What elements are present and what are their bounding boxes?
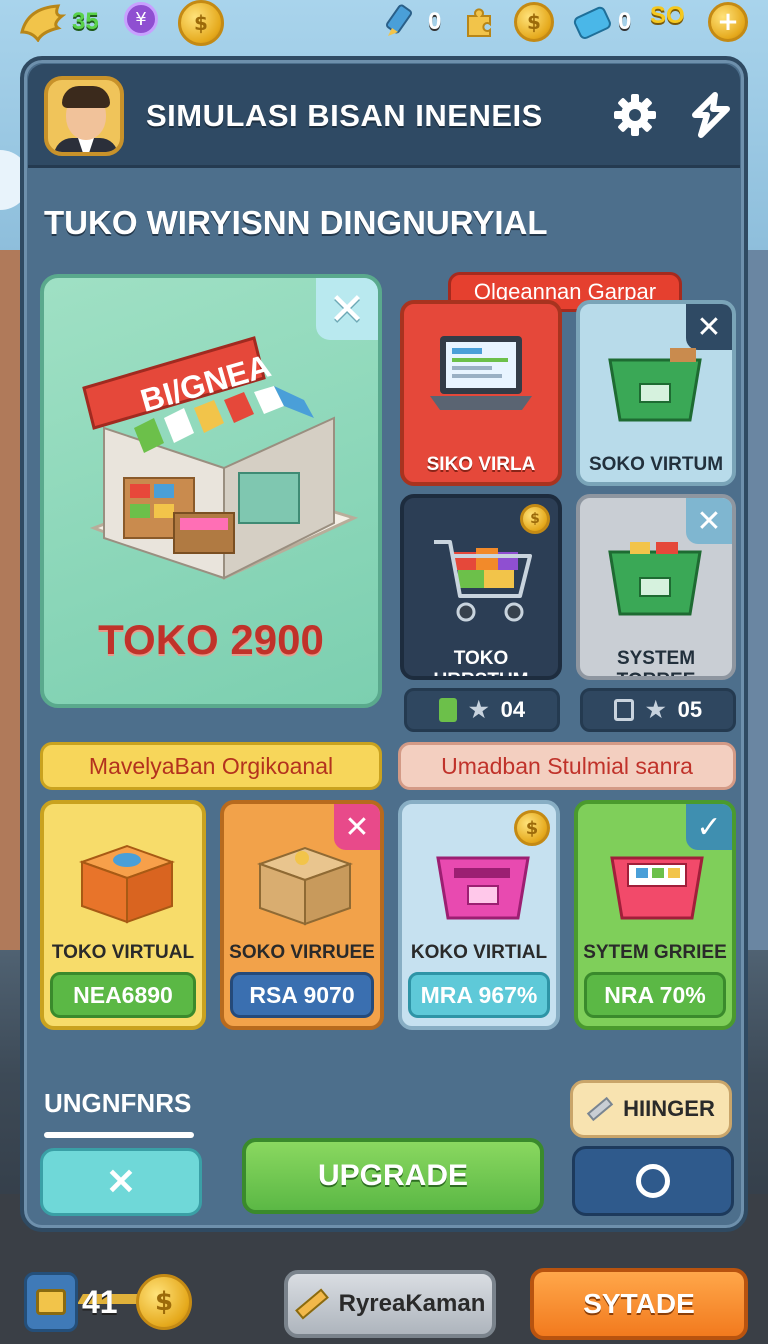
box-icon <box>613 699 634 721</box>
stat-badge-2: ★ 05 <box>580 688 736 732</box>
clipboard-icon <box>438 698 457 722</box>
product-price[interactable]: NEA6890 <box>50 972 196 1018</box>
plus-icon: + <box>717 7 739 37</box>
page-title: SIMULASI BISAN INENEIS <box>146 98 543 133</box>
product-label: KOKO VIRTIAL <box>410 942 548 963</box>
featured-store-price: TOKO 2900 <box>98 616 324 663</box>
inventory-count: 41 <box>82 1284 118 1320</box>
store-card-3[interactable]: $ TOKO URRSTUM <box>400 494 562 680</box>
wing-icon <box>20 4 66 42</box>
chest-icon <box>36 1289 66 1315</box>
middle-action-button[interactable]: RyreaKaman <box>284 1270 496 1338</box>
close-icon: ✕ <box>105 1161 137 1202</box>
store-card-2[interactable]: ✕ SOKO VIRTUM <box>576 300 736 486</box>
avatar-hair <box>62 86 110 108</box>
red-basket-icon <box>610 856 704 920</box>
share-button[interactable] <box>684 88 738 142</box>
shopping-cart-icon <box>434 540 532 622</box>
product-price[interactable]: MRA 967% <box>408 972 550 1018</box>
product-card-4[interactable]: ✓ SYTEM GRRIEE NRA 70% <box>574 800 736 1030</box>
gear-icon <box>614 94 656 136</box>
bottom-section-label: UNGNFNRS <box>44 1088 192 1118</box>
store-illustration: BI/GNEA <box>82 336 359 580</box>
stat-badge-1: ★ 04 <box>404 688 560 732</box>
green-bin-icon <box>608 348 702 422</box>
money-counter: SO <box>650 2 685 30</box>
category-pill-left[interactable]: MavelyaBan Orgikoanal <box>40 742 382 790</box>
store-card-label: TOKO URRSTUM <box>434 648 529 676</box>
featured-store-card[interactable]: ✕ BI/GNEA TOKO 2900 <box>40 274 382 708</box>
product-label: SYTEM GRRIEE <box>583 942 727 963</box>
share-icon <box>692 92 730 138</box>
coin-icon: $ <box>136 1274 192 1330</box>
puzzle-icon <box>462 6 496 44</box>
product-label: SOKO VIRRUEE <box>229 942 375 963</box>
money-value: SO <box>650 2 685 29</box>
green-bin-icon <box>608 542 702 616</box>
ticket-value: 0 <box>618 8 632 35</box>
store-card-label: SIKO VIRLA <box>426 454 536 475</box>
category-pill-right[interactable]: Umadban Stulmial sanra <box>398 742 736 790</box>
ticket-icon <box>573 6 611 39</box>
gem-button[interactable]: ¥ <box>124 2 158 36</box>
player-avatar[interactable] <box>44 76 124 156</box>
product-card-1[interactable]: TOKO VIRTUAL NEA6890 <box>40 800 206 1030</box>
stat-value: 04 <box>500 697 526 722</box>
middle-action-label: RyreaKaman <box>338 1290 486 1317</box>
start-trade-button[interactable]: SYTADE <box>530 1268 748 1340</box>
panel-header: SIMULASI BISAN INENEIS <box>28 64 740 168</box>
stat-value: 05 <box>677 697 703 722</box>
product-label: TOKO VIRTUAL <box>51 942 195 963</box>
product-price[interactable]: RSA 9070 <box>230 972 374 1018</box>
settings-button[interactable] <box>608 88 662 142</box>
pencil-icon <box>294 1288 329 1320</box>
confirm-button[interactable] <box>572 1146 734 1216</box>
gem-icon: ¥ <box>135 8 147 30</box>
main-panel: SIMULASI BISAN INENEIS TUKO WIRYISNN DIN… <box>20 56 748 1232</box>
tool-value: 0 <box>428 8 442 35</box>
coin-icon: $ <box>514 2 554 42</box>
star-icon: ★ <box>645 697 666 722</box>
hinger-button[interactable]: HIINGER <box>570 1080 732 1138</box>
cardboard-box-icon <box>257 846 353 926</box>
energy-value: 35 <box>72 8 99 35</box>
store-card-label: SOKO VIRTUM <box>588 454 724 475</box>
product-price[interactable]: NRA 70% <box>584 972 726 1018</box>
pencil-icon <box>586 1096 614 1122</box>
section-title: TUKO WIRYISNN DINGNURYIAL <box>44 204 548 241</box>
section-underline <box>44 1132 194 1138</box>
star-icon: ★ <box>468 697 489 722</box>
circle-icon <box>636 1164 670 1198</box>
add-currency-button[interactable]: + <box>708 2 748 42</box>
pencil-tool-icon <box>385 4 413 36</box>
store-card-label: SYSTEM TORREE <box>616 648 696 676</box>
upgrade-button[interactable]: UPGRADE <box>242 1138 544 1214</box>
energy-counter: 35 <box>18 2 99 42</box>
tool-counter: 0 <box>382 2 441 42</box>
product-card-3[interactable]: $ KOKO VIRTIAL MRA 967% <box>398 800 560 1030</box>
product-card-2[interactable]: ✕ SOKO VIRRUEE RSA 9070 <box>220 800 384 1030</box>
coin-stack-icon: $ <box>178 0 224 46</box>
cancel-button[interactable]: ✕ <box>40 1148 202 1216</box>
store-card-1[interactable]: SIKO VIRLA <box>400 300 562 486</box>
pink-bin-icon <box>436 856 530 920</box>
orange-box-icon <box>79 844 175 924</box>
ticket-counter: 0 <box>572 2 631 42</box>
laptop-icon <box>430 336 532 410</box>
top-hud: 35 ¥ $ 0 $ 0 SO + <box>0 0 768 48</box>
hinger-button-label: HIINGER <box>623 1096 715 1121</box>
store-card-4[interactable]: ✕ SYSTEM TORREE <box>576 494 736 680</box>
inventory-button[interactable] <box>24 1272 78 1332</box>
